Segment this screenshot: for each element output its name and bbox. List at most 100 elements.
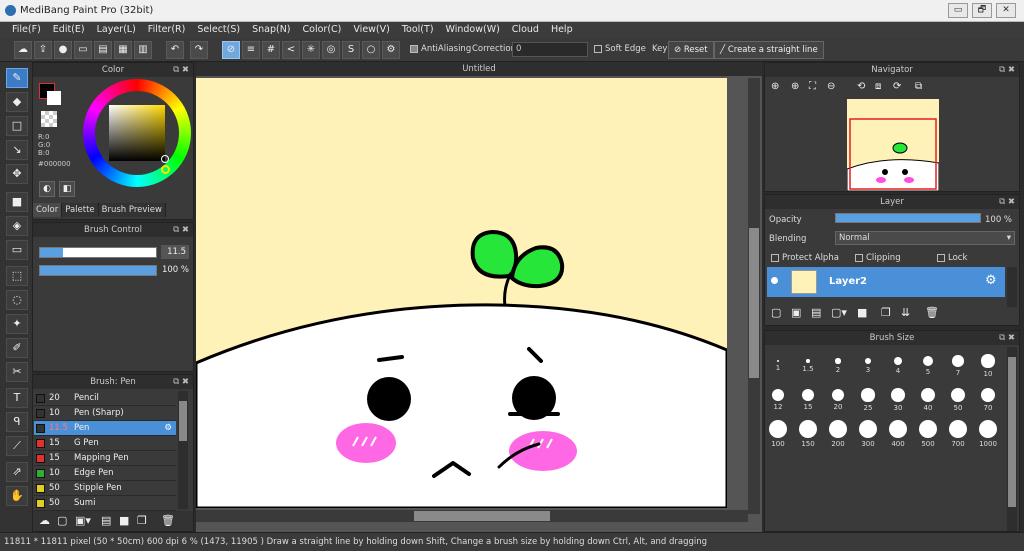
- transparent-color-swatch[interactable]: [41, 111, 57, 127]
- grid-snap-icon[interactable]: #: [262, 41, 280, 59]
- rotate-right-icon[interactable]: ⟳: [893, 81, 901, 92]
- duplicate-layer-icon[interactable]: ❐: [881, 306, 891, 319]
- duplicate-brush-icon[interactable]: ❐: [137, 514, 147, 527]
- brush-size-option[interactable]: 4: [885, 352, 911, 384]
- brush-list-item[interactable]: 15 Mapping Pen: [34, 451, 176, 466]
- brush-folder-icon[interactable]: ■: [119, 514, 129, 527]
- panel-close-icon[interactable]: ⧉ ✖: [999, 331, 1015, 345]
- straight-line-button[interactable]: ╱ Create a straight line: [714, 41, 824, 59]
- brush-cloud-icon[interactable]: ☁: [39, 514, 50, 527]
- minimize-button[interactable]: ▭: [948, 3, 968, 18]
- curve-snap-icon[interactable]: S: [342, 41, 360, 59]
- brush-size-option[interactable]: 200: [825, 420, 851, 452]
- menu-window[interactable]: Window(W): [440, 22, 506, 35]
- bucket-tool-icon[interactable]: ◈: [6, 216, 28, 236]
- zoom-in-icon[interactable]: ⊕: [771, 81, 779, 92]
- panel-close-icon[interactable]: ⧉ ✖: [173, 375, 189, 389]
- menu-color[interactable]: Color(C): [297, 22, 348, 35]
- brush-size-option[interactable]: 7: [945, 352, 971, 384]
- brush-tool-icon[interactable]: ✎: [6, 68, 28, 88]
- brush-size-option[interactable]: 700: [945, 420, 971, 452]
- fill-rect-tool-icon[interactable]: ■: [6, 192, 28, 212]
- drawing-canvas[interactable]: [194, 78, 729, 510]
- magic-wand-icon[interactable]: ✦: [6, 314, 28, 334]
- add-brush-icon[interactable]: ▣▾: [75, 514, 91, 527]
- soft-edge-checkbox[interactable]: Soft Edge: [594, 44, 646, 54]
- background-color-swatch[interactable]: [47, 91, 61, 105]
- comment-icon[interactable]: ●: [54, 41, 72, 59]
- panel-close-icon[interactable]: ⧉ ✖: [173, 223, 189, 237]
- brush-list-item[interactable]: 50 Stipple Pen: [34, 481, 176, 496]
- layer-scrollbar[interactable]: [1007, 267, 1017, 307]
- saturation-value-square[interactable]: [109, 105, 165, 161]
- hand-tool-icon[interactable]: ✋: [6, 486, 28, 506]
- new-8bit-layer-icon[interactable]: ▣: [791, 306, 801, 319]
- brush-opacity-slider[interactable]: [39, 265, 157, 276]
- undo-icon[interactable]: ↶: [166, 41, 184, 59]
- canvas-vertical-scrollbar[interactable]: [748, 78, 760, 514]
- layer-name[interactable]: Layer2: [829, 276, 867, 287]
- brush-size-option[interactable]: 2: [825, 352, 851, 384]
- layer-settings-gear-icon[interactable]: ⚙: [985, 273, 997, 288]
- merge-layer-icon[interactable]: ⇊: [901, 306, 910, 319]
- zoom-fit-icon[interactable]: ⊕: [791, 81, 799, 92]
- antialiasing-checkbox[interactable]: AntiAliasing: [410, 44, 471, 54]
- brush-size-option[interactable]: 12: [765, 386, 791, 418]
- select-tool-icon[interactable]: ⬚: [6, 266, 28, 286]
- brush-list-item[interactable]: 20 Pencil: [34, 391, 176, 406]
- color-history-icon[interactable]: ◧: [59, 181, 75, 197]
- brush-size-option[interactable]: 3: [855, 352, 881, 384]
- lasso-tool-icon[interactable]: ◌: [6, 290, 28, 310]
- close-button[interactable]: ✕: [996, 3, 1016, 18]
- reset-button[interactable]: ⊘ Reset: [668, 41, 714, 59]
- hue-handle[interactable]: [161, 165, 170, 174]
- navigator-tool-icon[interactable]: ⇗: [6, 462, 28, 482]
- brush-size-option[interactable]: 10: [975, 352, 1001, 384]
- correction-select[interactable]: 0: [512, 42, 588, 57]
- brush-list-item[interactable]: 50 Sumi: [34, 496, 176, 511]
- brush-list-item[interactable]: 11.5 Pen ⚙: [34, 421, 176, 436]
- snap-off-icon[interactable]: ⊘: [222, 41, 240, 59]
- tab-brush-preview[interactable]: Brush Preview: [98, 203, 166, 217]
- parallel-snap-icon[interactable]: ≡: [242, 41, 260, 59]
- brush-settings-gear-icon[interactable]: ⚙: [164, 421, 172, 435]
- redo-icon[interactable]: ↷: [190, 41, 208, 59]
- eraser-tool-icon[interactable]: ◆: [6, 92, 28, 112]
- brush-settings-icon[interactable]: ▤: [101, 514, 111, 527]
- panel-layout-icon[interactable]: ▥: [134, 41, 152, 59]
- share-icon[interactable]: ⇪: [34, 41, 52, 59]
- brush-size-option[interactable]: 400: [885, 420, 911, 452]
- brush-list-item[interactable]: 15 G Pen: [34, 436, 176, 451]
- comic-icon[interactable]: ▭: [74, 41, 92, 59]
- flip-icon[interactable]: ⧈: [875, 81, 881, 92]
- panel-close-icon[interactable]: ⧉ ✖: [999, 63, 1015, 77]
- eyedropper-tool-icon[interactable]: ⟋: [6, 436, 28, 456]
- clipping-checkbox[interactable]: Clipping: [855, 253, 901, 263]
- menu-view[interactable]: View(V): [347, 22, 395, 35]
- eye-icon[interactable]: [771, 277, 778, 284]
- menu-snap[interactable]: Snap(N): [246, 22, 296, 35]
- new-1bit-layer-icon[interactable]: ▤: [811, 306, 821, 319]
- brush-size-value[interactable]: 11.5: [161, 245, 189, 259]
- brush-size-slider[interactable]: [39, 247, 157, 258]
- protect-alpha-checkbox[interactable]: Protect Alpha: [771, 253, 839, 263]
- brush-size-option[interactable]: 100: [765, 420, 791, 452]
- menu-filter[interactable]: Filter(R): [142, 22, 192, 35]
- select-pen-icon[interactable]: ✐: [6, 338, 28, 358]
- brush-size-option[interactable]: 5: [915, 352, 941, 384]
- brush-size-option[interactable]: 1.5: [795, 352, 821, 384]
- reset-view-icon[interactable]: ⧉: [915, 81, 922, 92]
- radial-snap-icon[interactable]: ✳: [302, 41, 320, 59]
- perspective-snap-icon[interactable]: <: [282, 41, 300, 59]
- zoom-out-icon[interactable]: ⊖: [827, 81, 835, 92]
- new-layer-icon[interactable]: ▢: [771, 306, 781, 319]
- canvas-horizontal-scrollbar[interactable]: [196, 510, 748, 522]
- grid-panel-icon[interactable]: ▦: [114, 41, 132, 59]
- add-layer-menu-icon[interactable]: ▢▾: [831, 306, 847, 319]
- layer-opacity-slider[interactable]: [835, 213, 981, 223]
- shape-tool-icon[interactable]: □: [6, 116, 28, 136]
- menu-edit[interactable]: Edit(E): [47, 22, 91, 35]
- menu-help[interactable]: Help: [545, 22, 579, 35]
- ellipse-snap-icon[interactable]: ○: [362, 41, 380, 59]
- blending-select[interactable]: Normal ▾: [835, 231, 1015, 245]
